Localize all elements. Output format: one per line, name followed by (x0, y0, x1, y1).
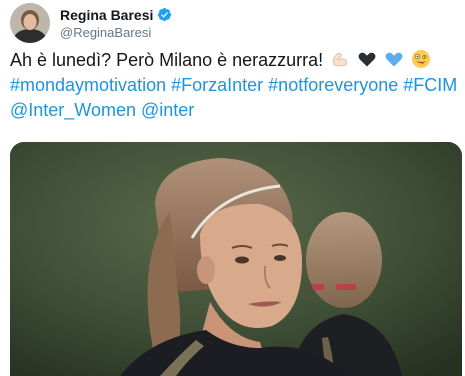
tweet-author: Regina Baresi @ReginaBaresi (10, 3, 172, 43)
display-name-row: Regina Baresi (60, 6, 172, 24)
black-heart-emoji-icon (358, 52, 376, 67)
hashtag-notforeveryone[interactable]: #notforeveryone (268, 75, 398, 95)
mention-inter[interactable]: @inter (141, 100, 194, 120)
avatar[interactable] (10, 3, 50, 43)
flexed-biceps-emoji-icon (333, 52, 348, 67)
hashtag-mondaymotivation[interactable]: #mondaymotivation (10, 75, 166, 95)
display-name[interactable]: Regina Baresi (60, 6, 153, 24)
hashtag-forzainter[interactable]: #ForzaInter (171, 75, 263, 95)
blue-heart-emoji-icon (385, 52, 403, 67)
author-handle[interactable]: @ReginaBaresi (60, 24, 172, 41)
mention-inter-women[interactable]: @Inter_Women (10, 100, 136, 120)
verified-badge-icon (158, 7, 172, 22)
zany-face-emoji-icon (412, 50, 431, 68)
tweet: Regina Baresi @ReginaBaresi Ah è lunedì?… (0, 0, 465, 376)
tweet-text: Ah è lunedì? Però Milano è nerazzurra! #… (10, 48, 460, 123)
photo-content-icon (10, 142, 462, 376)
tweet-photo[interactable] (10, 142, 462, 376)
tweet-text-intro: Ah è lunedì? Però Milano è nerazzurra! (10, 50, 324, 70)
avatar-photo-icon (10, 3, 50, 43)
hashtag-fcim[interactable]: #FCIM (403, 75, 457, 95)
author-names: Regina Baresi @ReginaBaresi (60, 6, 172, 41)
